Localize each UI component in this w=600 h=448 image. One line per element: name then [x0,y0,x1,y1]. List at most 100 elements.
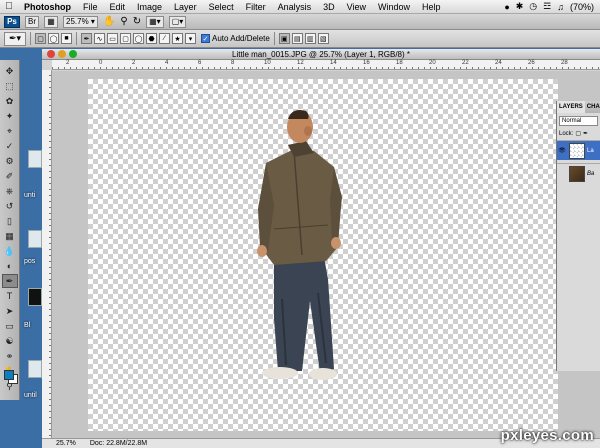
user-icon[interactable]: ● [504,2,509,12]
desktop-file-icon[interactable] [28,150,42,168]
rounded-rectangle-icon[interactable]: ▢ [120,33,131,44]
blur-tool-icon[interactable]: 💧 [2,244,18,258]
status-zoom[interactable]: 25.7% [56,440,76,447]
menubar:  Photoshop File Edit Image Layer Select… [0,0,600,14]
move-tool-icon[interactable]: ✥ [2,64,18,78]
quick-selection-tool-icon[interactable]: ✦ [2,109,18,123]
bluetooth-icon[interactable]: ✱ [516,1,524,12]
pen-icon[interactable]: ✒ [81,33,92,44]
freeform-pen-icon[interactable]: ∿ [94,33,105,44]
menu-view[interactable]: View [341,2,372,12]
pen-tool-preset-icon[interactable]: ✒▾ [4,31,26,46]
path-intersect-icon[interactable]: ▥ [304,33,316,44]
layers-panel-tabs: LAYERS CHA [557,101,600,113]
path-subtract-icon[interactable]: ▤ [291,33,303,44]
volume-icon[interactable]: ♫ [557,2,564,12]
path-add-icon[interactable]: ▣ [278,33,290,44]
tab-layers[interactable]: LAYERS [557,101,585,113]
menu-edit[interactable]: Edit [104,2,132,12]
menu-image[interactable]: Image [131,2,168,12]
fill-pixels-icon[interactable]: ■ [61,33,72,44]
watermark: pxleyes.com [500,427,594,444]
marquee-tool-icon[interactable]: ⬚ [2,79,18,93]
3d-rotate-tool-icon[interactable]: ☯ [2,334,18,348]
canvas[interactable] [88,79,558,431]
battery-indicator[interactable]: (70%) [570,2,594,12]
menu-select[interactable]: Select [203,2,240,12]
vertical-ruler[interactable] [42,70,52,448]
menu-file[interactable]: File [77,2,104,12]
paths-icon[interactable]: ◯ [48,33,59,44]
shape-tool-icon[interactable]: ▭ [2,319,18,333]
auto-add-delete-checkbox[interactable]: ✓ [201,34,210,43]
line-icon[interactable]: ∕ [159,33,170,44]
gradient-tool-icon[interactable]: ▦ [2,229,18,243]
healing-brush-tool-icon[interactable]: ⚙ [2,154,18,168]
rotate-view-icon[interactable]: ↻ [133,16,141,27]
ruler-label: 18 [396,60,403,66]
desktop-file-icon[interactable] [28,230,42,248]
lock-row: Lock: ▢ ✒ [557,130,600,138]
wifi-icon[interactable]: ☲ [543,1,551,12]
foreground-color-swatch[interactable] [4,370,14,380]
separator [76,32,77,45]
zoom-tool-icon[interactable]: ⚲ [120,16,127,27]
ruler-label: 6 [198,60,202,66]
lock-image-icon[interactable]: ✒ [583,130,588,137]
menu-3d[interactable]: 3D [317,2,341,12]
menu-window[interactable]: Window [372,2,416,12]
lasso-tool-icon[interactable]: ✿ [2,94,18,108]
lock-transparency-icon[interactable]: ▢ [575,130,581,137]
rectangle-icon[interactable]: ▭ [107,33,118,44]
ellipse-icon[interactable]: ◯ [133,33,144,44]
menu-filter[interactable]: Filter [240,2,272,12]
crop-tool-icon[interactable]: ⌖ [2,124,18,138]
3d-orbit-tool-icon[interactable]: ⚭ [2,349,18,363]
layer-thumbnail [569,165,585,182]
tools-panel: ✥ ⬚ ✿ ✦ ⌖ ✓ ⚙ ✐ ⎈ ↺ ▯ ▦ 💧 ◐ ✒ T ➤ ▭ ☯ ⚭ … [0,60,20,400]
polygon-icon[interactable]: ⬣ [146,33,157,44]
type-tool-icon[interactable]: T [2,289,18,303]
ruler-label: 22 [462,60,469,66]
desktop-file-label: pos [24,258,36,265]
canvas-area[interactable] [52,71,600,438]
eraser-tool-icon[interactable]: ▯ [2,214,18,228]
clock-icon[interactable]: ◷ [529,1,537,12]
pen-tool-icon[interactable]: ✒ [1,274,18,288]
apple-icon[interactable]:  [0,1,18,12]
eye-icon[interactable]: 👁 [557,147,567,154]
status-doc-size[interactable]: Doc: 22.8M/22.8M [90,440,147,447]
arrange-documents-button[interactable]: ▦▾ [146,15,164,28]
geometry-options-icon[interactable]: ▾ [185,33,196,44]
zoom-level-dropdown[interactable]: 25.7% ▾ [63,15,98,28]
menu-layer[interactable]: Layer [168,2,203,12]
layer-row[interactable]: Ba [557,163,600,183]
history-brush-tool-icon[interactable]: ↺ [2,199,18,213]
layers-panel: LAYERS CHA Normal Lock: ▢ ✒ 👁 La Ba [556,101,600,371]
clone-stamp-tool-icon[interactable]: ⎈ [2,184,18,198]
eyedropper-tool-icon[interactable]: ✓ [2,139,18,153]
view-extras-button[interactable]: ▦ [44,15,58,28]
menu-help[interactable]: Help [416,2,447,12]
path-exclude-icon[interactable]: ▧ [317,33,329,44]
options-bar: ✒▾ ▢ ◯ ■ ✒ ∿ ▭ ▢ ◯ ⬣ ∕ ★ ▾ ✓ Auto Add/De… [0,30,600,48]
blend-mode-select[interactable]: Normal [559,116,598,126]
screen-mode-button[interactable]: ▢▾ [168,15,187,28]
custom-shape-icon[interactable]: ★ [172,33,183,44]
brush-tool-icon[interactable]: ✐ [2,169,18,183]
ruler-label: 8 [231,60,235,66]
horizontal-ruler[interactable]: 2 0 2 4 6 8 10 12 14 16 18 20 22 24 26 28 [52,60,600,70]
tab-channels[interactable]: CHA [585,101,600,113]
bridge-button[interactable]: Br [25,15,39,28]
ruler-label: 2 [132,60,136,66]
shape-layers-icon[interactable]: ▢ [35,33,46,44]
blend-mode-value: Normal [562,118,582,124]
hand-tool-icon[interactable]: ✋ [103,16,115,27]
path-selection-tool-icon[interactable]: ➤ [2,304,18,318]
menu-analysis[interactable]: Analysis [272,2,318,12]
desktop-file-icon[interactable] [28,288,42,306]
layer-row[interactable]: 👁 La [557,140,600,160]
dodge-tool-icon[interactable]: ◐ [2,259,18,273]
menu-app[interactable]: Photoshop [18,2,77,12]
desktop-file-icon[interactable] [28,360,42,378]
